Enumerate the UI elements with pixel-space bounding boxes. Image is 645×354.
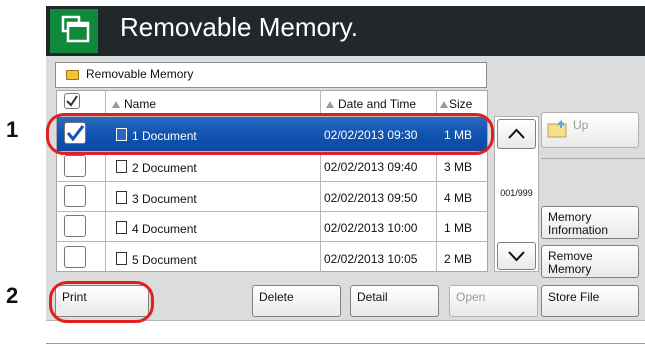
callout-number-1: 1 <box>6 117 19 142</box>
table-cell-date: 02/02/2013 10:00 <box>324 221 418 235</box>
callout-ring-row <box>46 113 494 155</box>
callout-ring-print <box>49 281 154 323</box>
checkmark-icon <box>66 95 78 107</box>
sort-icon <box>326 101 334 108</box>
up-button[interactable]: Up <box>541 112 639 148</box>
detail-button[interactable]: Detail <box>350 285 439 317</box>
delete-button[interactable]: Delete <box>252 285 341 317</box>
document-icon <box>116 221 127 234</box>
document-icon <box>116 252 127 265</box>
remove-memory-button[interactable]: Remove Memory <box>541 245 639 278</box>
column-header-size[interactable]: Size <box>440 97 472 111</box>
column-header-date[interactable]: Date and Time <box>326 97 416 111</box>
memory-information-button[interactable]: Memory Information <box>541 206 639 239</box>
scroll-up-button[interactable] <box>497 119 536 149</box>
open-button[interactable]: Open <box>449 285 538 317</box>
table-cell-size: 3 MB <box>444 160 473 174</box>
table-cell-name: 2 Document <box>116 160 197 175</box>
table-cell-date: 02/02/2013 10:05 <box>324 252 418 266</box>
row-checkbox[interactable] <box>64 246 86 268</box>
column-header-name[interactable]: Name <box>112 97 156 111</box>
folder-icon <box>66 70 79 80</box>
folder-up-icon <box>547 119 567 138</box>
row-checkbox[interactable] <box>64 155 86 177</box>
page-indicator: 001/999 <box>500 188 533 198</box>
table-cell-name: 3 Document <box>116 191 197 206</box>
table-cell-size: 4 MB <box>444 191 473 205</box>
sort-icon <box>112 101 120 108</box>
scroll-down-button[interactable] <box>497 242 536 270</box>
chevron-up-icon <box>508 128 525 139</box>
document-icon <box>116 191 127 204</box>
row-checkbox[interactable] <box>64 215 86 237</box>
store-file-button[interactable]: Store File <box>541 285 639 317</box>
document-icon <box>116 160 127 173</box>
select-all-checkbox[interactable] <box>64 93 80 109</box>
table-cell-name: 4 Document <box>116 221 197 236</box>
removable-memory-app-icon <box>50 9 98 53</box>
table-cell-date: 02/02/2013 09:40 <box>324 160 418 174</box>
table-cell-size: 2 MB <box>444 252 473 266</box>
callout-number-2: 2 <box>6 283 19 308</box>
table-cell-size: 1 MB <box>444 221 473 235</box>
sort-icon <box>440 101 448 108</box>
table-cell-date: 02/02/2013 09:50 <box>324 191 418 205</box>
path-label: Removable Memory <box>86 67 194 81</box>
table-cell-name: 5 Document <box>116 252 197 267</box>
page-title: Removable Memory. <box>120 12 358 42</box>
row-checkbox[interactable] <box>64 185 86 207</box>
chevron-down-icon <box>508 251 525 262</box>
folders-icon <box>61 15 90 43</box>
